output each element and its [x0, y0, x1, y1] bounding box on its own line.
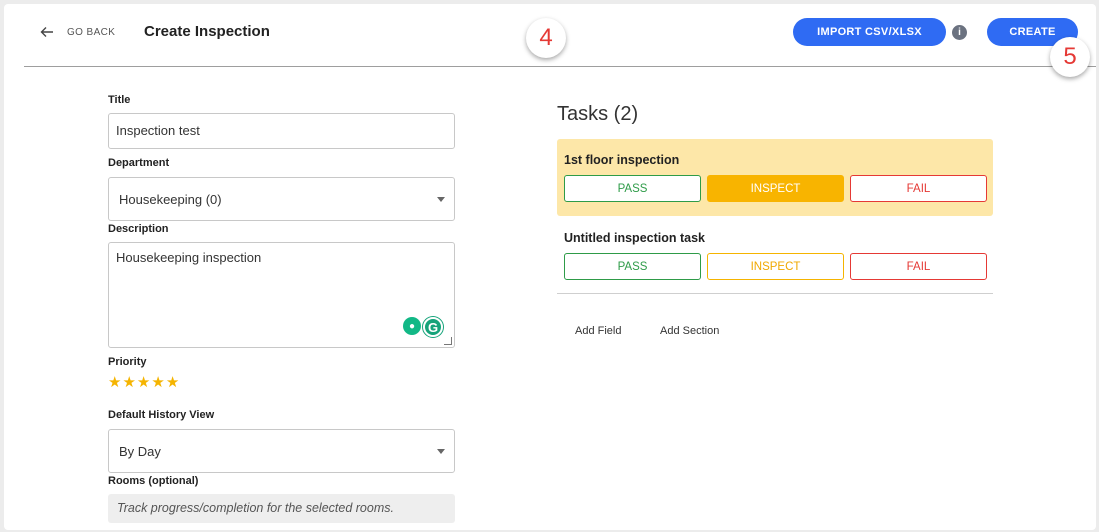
department-value: Housekeeping (0) — [119, 191, 222, 207]
star-icon[interactable]: ★ — [108, 375, 121, 390]
step-badge-5: 5 — [1050, 37, 1090, 77]
go-back-label: GO BACK — [67, 26, 116, 38]
description-label: Description — [108, 223, 169, 235]
task-name: 1st floor inspection — [564, 153, 680, 167]
department-select[interactable]: Housekeeping (0) — [108, 177, 455, 221]
description-value: Housekeeping inspection — [116, 250, 262, 265]
bulb-icon[interactable]: ● — [403, 317, 421, 335]
star-icon[interactable]: ★ — [166, 375, 179, 390]
star-icon[interactable]: ★ — [137, 375, 150, 390]
rooms-input[interactable]: Track progress/completion for the select… — [108, 494, 455, 523]
grammarly-icon[interactable]: G — [423, 317, 443, 337]
step-badge-4: 4 — [526, 18, 566, 58]
rooms-label: Rooms (optional) — [108, 475, 199, 487]
add-section-button[interactable]: Add Section — [660, 325, 719, 337]
task-card[interactable]: 1st floor inspection PASS INSPECT FAIL — [557, 139, 993, 216]
add-field-button[interactable]: Add Field — [575, 325, 621, 337]
star-icon[interactable]: ★ — [122, 375, 135, 390]
task-name: Untitled inspection task — [564, 231, 705, 245]
arrow-left-icon — [40, 27, 53, 37]
fail-option[interactable]: FAIL — [850, 253, 987, 280]
fail-option[interactable]: FAIL — [850, 175, 987, 202]
priority-rating[interactable]: ★ ★ ★ ★ ★ — [108, 375, 179, 390]
pass-option[interactable]: PASS — [564, 253, 701, 280]
grammarly-widget[interactable]: ● G — [403, 317, 443, 337]
star-icon[interactable]: ★ — [151, 375, 164, 390]
title-label: Title — [108, 94, 131, 106]
history-view-value: By Day — [119, 443, 161, 459]
page: GO BACK Create Inspection IMPORT CSV/XLS… — [4, 4, 1096, 530]
inspect-option[interactable]: INSPECT — [707, 253, 844, 280]
task-card[interactable]: Untitled inspection task PASS INSPECT FA… — [557, 217, 993, 294]
title-input[interactable]: Inspection test — [108, 113, 455, 149]
caret-down-icon — [437, 197, 445, 202]
import-csv-button[interactable]: IMPORT CSV/XLSX — [793, 18, 946, 46]
description-textarea[interactable]: Housekeeping inspection ● G — [108, 242, 455, 348]
caret-down-icon — [437, 449, 445, 454]
history-view-label: Default History View — [108, 409, 215, 421]
page-title: Create Inspection — [144, 23, 270, 40]
go-back-button[interactable]: GO BACK — [40, 25, 115, 39]
pass-option[interactable]: PASS — [564, 175, 701, 202]
priority-label: Priority — [108, 356, 147, 368]
inspect-option[interactable]: INSPECT — [707, 175, 844, 202]
tasks-heading: Tasks (2) — [557, 103, 639, 125]
resize-handle-icon[interactable] — [444, 337, 452, 345]
history-view-select[interactable]: By Day — [108, 429, 455, 473]
department-label: Department — [108, 157, 170, 169]
info-icon[interactable]: i — [952, 25, 967, 40]
